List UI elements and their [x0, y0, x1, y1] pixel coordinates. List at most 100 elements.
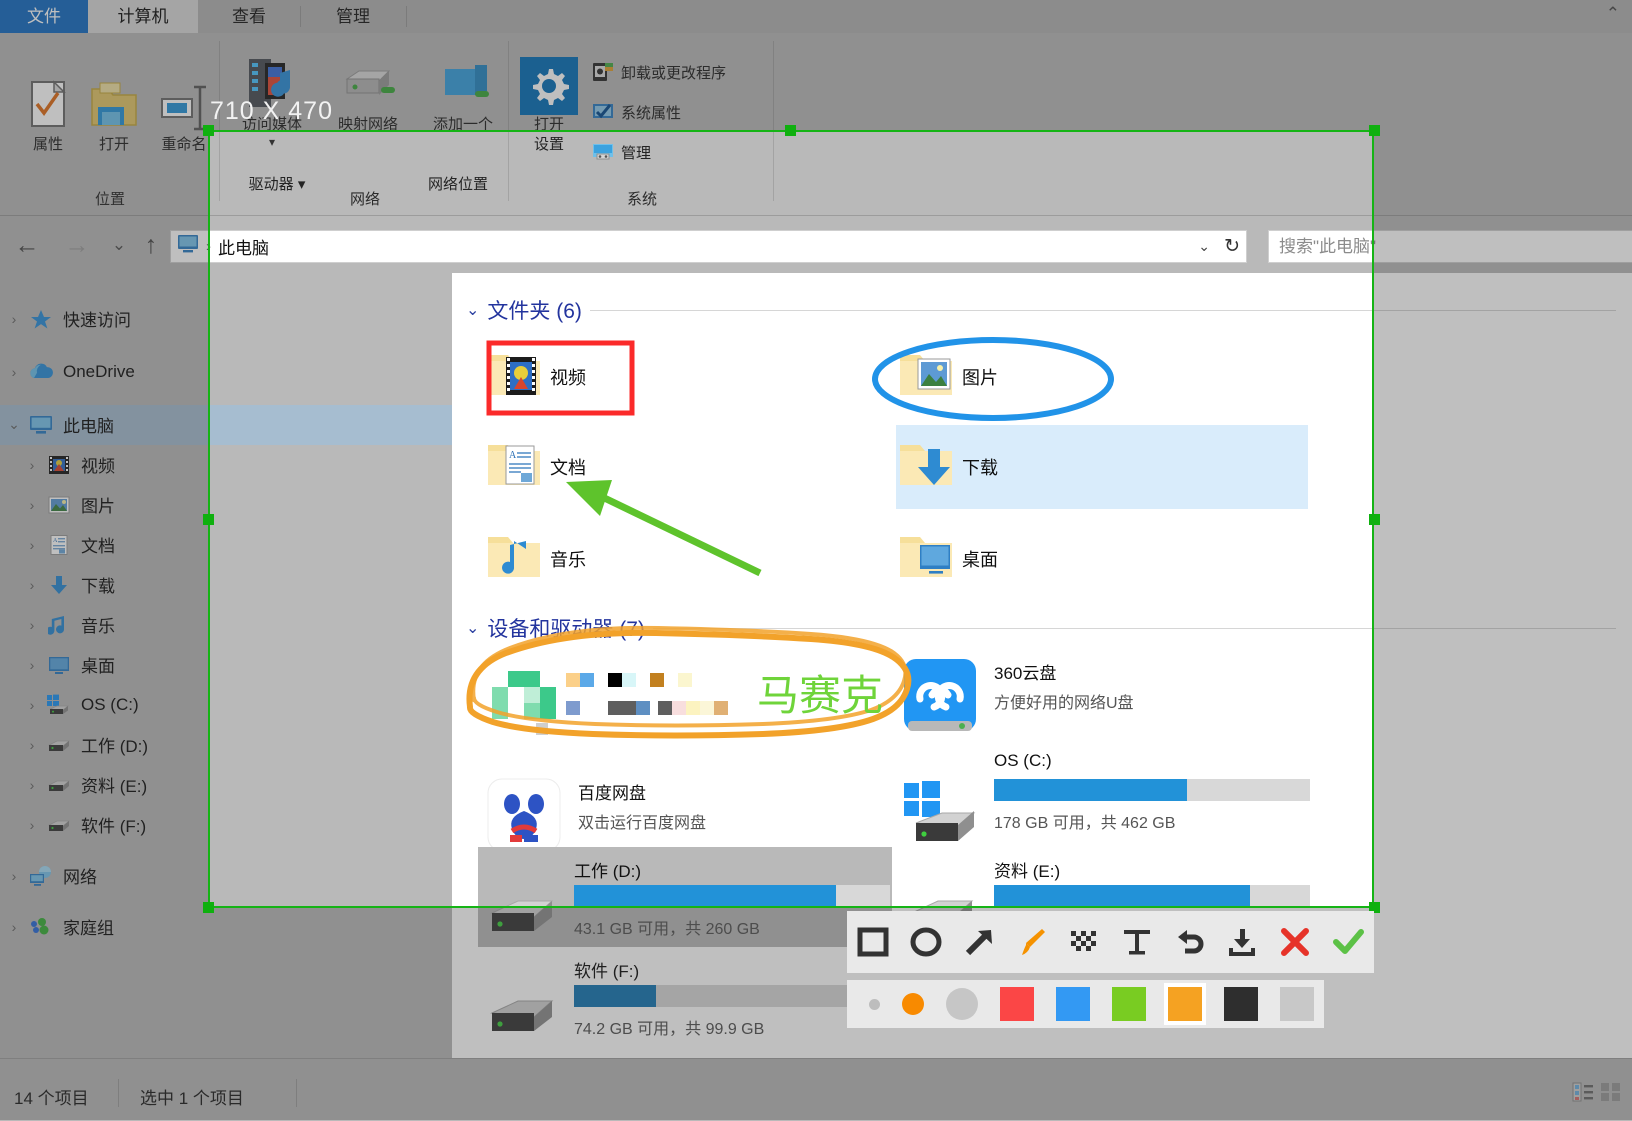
- folder-tile-documents-label: 文档: [550, 458, 586, 478]
- drive-icon: [484, 877, 574, 908]
- nav-item-资料 (E:): ›资料 (E:): [208, 765, 452, 805]
- breadcrumb-this-pc: 此电脑: [218, 239, 269, 258]
- chevron-down-icon: ⌄: [466, 302, 480, 319]
- color-gray-swatch[interactable]: [1280, 987, 1314, 1021]
- device-baidu-name: 百度网盘: [578, 784, 646, 803]
- ribbon-group-network-label: 网络: [349, 191, 380, 208]
- annotation-toolbar: [847, 911, 1374, 973]
- group-header-devices-label: 设备和驱动器 (7): [487, 618, 645, 641]
- ribbon-open-settings-button: 打开 设置: [514, 130, 584, 155]
- size-medium-swatch[interactable]: [902, 993, 924, 1015]
- nav-item-桌面: ›桌面: [208, 645, 452, 685]
- ribbon-manage-button: 管理: [592, 141, 651, 163]
- color-red-swatch[interactable]: [1000, 987, 1034, 1021]
- nav-item-图片: ›图片: [208, 485, 452, 525]
- save-tool[interactable]: [1216, 911, 1269, 973]
- ribbon-add-network-label: 添加一个: [417, 130, 509, 135]
- address-bar: ← → ⌄ ↑ › 此电脑 ⌄ ↻ 搜索"此电脑": [208, 216, 1374, 273]
- text-tool[interactable]: [1111, 911, 1164, 973]
- content-pane: ⌄ 文件夹 (6) 视频 图片 A 文档 下载: [452, 273, 1374, 908]
- device-os-c-sub: 178 GB 可用，共 462 GB: [994, 815, 1176, 832]
- handle-bottom-left[interactable]: [203, 902, 214, 913]
- breadcrumb-separator: ›: [208, 238, 211, 255]
- ribbon-map-drive-label: 映射网络: [321, 130, 415, 135]
- handle-top-left[interactable]: [203, 125, 214, 136]
- ribbon-manage-label: 管理: [621, 144, 652, 162]
- group-header-rule: [589, 309, 1374, 311]
- mosaic-tool[interactable]: [1058, 911, 1111, 973]
- device-data-e-name: 资料 (E:): [994, 862, 1061, 881]
- device-tile-360cloud: 360云盘 方便好用的网络U盘: [898, 651, 1358, 741]
- group-header-folders-label: 文件夹 (6): [487, 300, 582, 323]
- folder-tile-videos: 视频: [484, 335, 694, 419]
- nav-item-OS (C:): ›OS (C:): [208, 685, 452, 725]
- device-tile-data-e: 资料 (E:): [898, 847, 1318, 908]
- ribbon-map-drive-button: 映射网络: [321, 130, 415, 135]
- arrow-tool[interactable]: [952, 911, 1005, 973]
- folder-tile-music: 音乐: [484, 517, 694, 601]
- brush-tool[interactable]: [1005, 911, 1058, 973]
- music-folder-icon: [484, 529, 550, 590]
- folder-tile-pictures: 图片: [896, 335, 1306, 419]
- folder-tile-downloads: 下载: [896, 425, 1308, 509]
- svg-text:A: A: [509, 450, 517, 461]
- search-input: 搜索"此电脑": [1268, 230, 1374, 263]
- mosaic-censored-icon: [482, 671, 742, 739]
- capture-size-label: 710 X 470: [210, 97, 333, 125]
- chevron-down-icon-devices: ⌄: [466, 620, 480, 637]
- ribbon-media-server-caret: ▾: [268, 135, 276, 149]
- device-work-d-name: 工作 (D:): [574, 862, 642, 881]
- drive-icon-e: [904, 877, 994, 908]
- color-blue-swatch[interactable]: [1056, 987, 1090, 1021]
- nav-item-工作 (D:): ›工作 (D:): [208, 725, 452, 765]
- ribbon-group-system-label: 系统: [626, 191, 657, 208]
- downloads-folder-icon: [896, 437, 962, 498]
- handle-top-center[interactable]: [785, 125, 796, 136]
- color-green-swatch[interactable]: [1112, 987, 1146, 1021]
- handle-top-right[interactable]: [1369, 125, 1380, 136]
- refresh-icon: ↻: [1224, 236, 1240, 257]
- device-360cloud-sub: 方便好用的网络U盘: [994, 695, 1134, 712]
- navigation-pane: ›快速访问 ›OneDrive ⌄此电脑›视频›图片›A文档›下载›音乐›桌面›OS…: [208, 273, 452, 908]
- ribbon-divider-1: [219, 130, 220, 201]
- nav-item-音乐: ›音乐: [208, 605, 452, 645]
- color-orange-swatch[interactable]: [1164, 983, 1206, 1025]
- folder-tile-videos-label: 视频: [550, 368, 586, 388]
- folder-tile-pictures-label: 图片: [962, 368, 998, 388]
- rectangle-tool[interactable]: [847, 911, 900, 973]
- color-black-swatch[interactable]: [1224, 987, 1258, 1021]
- pictures-folder-icon: [896, 347, 962, 408]
- device-os-c-name: OS (C:): [994, 751, 1052, 770]
- nav-item-软件 (F:): ›软件 (F:): [208, 805, 452, 845]
- group-header-devices: ⌄ 设备和驱动器 (7): [466, 613, 1374, 643]
- nav-item-此电脑: ⌄此电脑: [208, 405, 452, 445]
- address-input: › 此电脑 ⌄ ↻: [208, 230, 1247, 263]
- nav-item-文档: ›A文档: [208, 525, 452, 565]
- search-placeholder: 搜索"此电脑": [1279, 237, 1374, 256]
- device-360cloud-name: 360云盘: [994, 664, 1057, 683]
- windows-drive-icon: [898, 779, 988, 854]
- device-work-d-capacity-bar: [574, 885, 890, 907]
- confirm-tool[interactable]: [1321, 911, 1374, 973]
- ribbon-group-network: 访问媒体 ▾ 映射网络 添加一个 驱动器 ▾ 网络位置 网络: [221, 130, 509, 215]
- ellipse-tool[interactable]: [900, 911, 953, 973]
- desktop-folder-icon: [896, 529, 962, 590]
- ribbon: 属性 打开 重命名 位置 访问媒体: [208, 130, 1374, 216]
- size-large-swatch[interactable]: [946, 988, 978, 1020]
- handle-middle-left[interactable]: [203, 514, 214, 525]
- cancel-tool[interactable]: [1269, 911, 1322, 973]
- manage-icon: [592, 141, 614, 163]
- device-tile-censored: [482, 655, 882, 745]
- nav-item-OneDrive: ›OneDrive: [208, 352, 452, 392]
- folder-tile-desktop-label: 桌面: [962, 550, 998, 570]
- device-tile-os-c: OS (C:) 178 GB 可用，共 462 GB: [898, 751, 1318, 861]
- handle-middle-right[interactable]: [1369, 514, 1380, 525]
- nav-item-家庭组: ›家庭组: [208, 907, 452, 908]
- device-tile-work-d: 工作 (D:) 43.1 GB 可用，共 260 GB: [478, 847, 892, 908]
- ribbon-group-location: 属性 打开 重命名 位置: [208, 130, 220, 215]
- undo-tool[interactable]: [1163, 911, 1216, 973]
- folder-tile-downloads-label: 下载: [962, 458, 998, 478]
- device-os-c-capacity-bar: [994, 779, 1310, 801]
- size-small-swatch[interactable]: [869, 998, 880, 1010]
- videos-folder-icon: [484, 347, 550, 408]
